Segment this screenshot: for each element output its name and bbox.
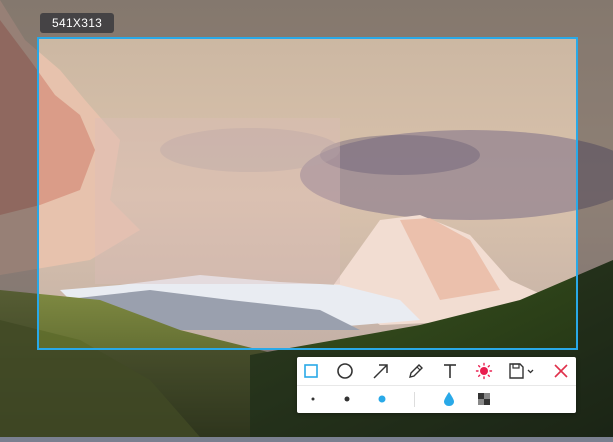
brush-size-small[interactable] [304,390,322,408]
color-tool-button[interactable] [474,361,494,381]
pencil-tool-button[interactable] [406,361,426,381]
close-icon [554,364,568,378]
arrow-icon [373,364,388,379]
annotation-toolbar [297,357,576,413]
capture-selection[interactable] [37,37,578,350]
color-picker-icon [475,362,493,380]
options-row [297,386,576,413]
rectangle-tool-button[interactable] [301,361,321,381]
overlay-dim-left [0,37,37,348]
mosaic-icon [478,393,490,405]
text-tool-button[interactable] [440,361,460,381]
save-tool-button[interactable] [508,361,538,381]
text-icon [444,364,456,378]
pencil-icon [409,364,423,378]
arrow-tool-button[interactable] [371,361,391,381]
blur-tool-button[interactable] [440,390,458,408]
droplet-icon [444,392,454,406]
dot-large-icon [378,395,386,403]
options-divider [414,392,415,407]
dot-medium-icon [344,396,350,402]
brush-size-large[interactable] [373,390,391,408]
save-icon [509,363,534,379]
tool-row [297,357,576,386]
mosaic-tool-button[interactable] [475,390,493,408]
rectangle-icon [304,364,318,378]
overlay-dim-right [576,37,613,348]
screenshot-background: 541X313 [0,0,613,437]
ellipse-tool-button[interactable] [335,361,355,381]
circle-icon [337,363,353,379]
dot-small-icon [311,397,315,401]
brush-size-medium[interactable] [338,390,356,408]
selection-size-badge: 541X313 [40,13,115,33]
close-tool-button[interactable] [551,361,571,381]
